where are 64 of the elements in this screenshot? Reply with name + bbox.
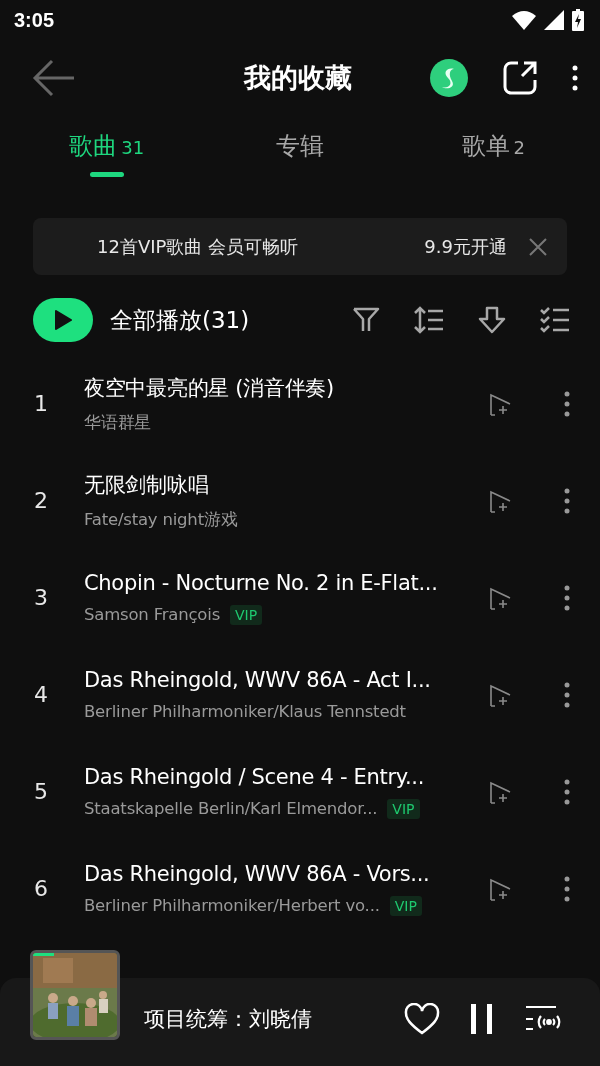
share-icon[interactable] — [502, 60, 538, 96]
play-all-label: 全部播放(31) — [110, 305, 251, 335]
play-icon — [54, 310, 72, 330]
battery-icon — [572, 9, 584, 31]
song-title: Das Rheingold / Scene 4 - Entry... — [84, 764, 426, 789]
song-title: 夜空中最亮的星 (消音伴奏) — [84, 374, 335, 402]
close-icon[interactable] — [529, 237, 547, 256]
more-icon[interactable] — [564, 390, 570, 417]
download-icon[interactable] — [478, 306, 506, 334]
more-icon[interactable] — [564, 875, 570, 902]
tab[interactable]: 歌单 2 — [396, 116, 590, 190]
tab-label: 歌曲 — [69, 130, 118, 162]
more-icon[interactable] — [564, 584, 570, 611]
tab-count: 2 — [513, 136, 526, 158]
artist-name: Fate/stay night游戏 — [84, 508, 238, 531]
song-row[interactable]: 4 Das Rheingold, WWV 86A - Act I... Berliner Philharmoniker/Klaus Tennstedt — [0, 646, 600, 743]
song-row[interactable]: 1 夜空中最亮的星 (消音伴奏) 华语群星 — [0, 355, 600, 452]
vip-tag: VIP — [387, 798, 420, 819]
heart-icon[interactable] — [404, 1003, 440, 1035]
artist-name: Berliner Philharmoniker/Klaus Tennstedt — [84, 702, 406, 721]
back-button[interactable] — [32, 58, 76, 98]
signal-icon — [544, 10, 564, 30]
play-all-button[interactable] — [33, 298, 93, 342]
song-title: Das Rheingold, WWV 86A - Act I... — [84, 668, 432, 692]
app-logo-icon[interactable] — [430, 59, 468, 97]
track-number: 6 — [34, 876, 49, 901]
multi-select-icon[interactable] — [540, 306, 570, 334]
tab[interactable]: 歌曲 31 — [10, 116, 204, 190]
artist-name: Samson François — [84, 605, 221, 624]
song-title: Das Rheingold, WWV 86A - Vors... — [84, 861, 431, 886]
tab-label: 歌单 — [461, 130, 510, 162]
song-row[interactable]: 5 Das Rheingold / Scene 4 - Entry... Staatskapelle Berlin/Karl Elmendor... VIP — [0, 743, 600, 840]
sort-icon[interactable] — [414, 306, 444, 334]
song-row[interactable]: 3 Chopin - Nocturne No. 2 in E-Flat... Samson François VIP — [0, 549, 600, 646]
track-number: 1 — [34, 391, 49, 416]
artist-name: 华语群星 — [84, 411, 152, 434]
track-number: 5 — [34, 779, 49, 804]
banner-text: 12首VIP歌曲 会员可畅听 — [97, 234, 300, 259]
more-icon[interactable] — [572, 65, 578, 91]
track-number: 3 — [34, 585, 49, 610]
tab-count: 31 — [121, 136, 145, 158]
tab-label: 专辑 — [276, 130, 324, 162]
wifi-icon — [512, 10, 536, 30]
song-row[interactable]: 2 无限剑制咏唱 Fate/stay night游戏 — [0, 452, 600, 549]
back-arrow-icon — [32, 58, 76, 98]
status-time: 3:05 — [14, 8, 55, 32]
vip-tag: VIP — [389, 895, 422, 916]
filter-icon[interactable] — [352, 306, 380, 334]
tab[interactable]: 专辑 — [203, 116, 397, 190]
vip-tag: VIP — [230, 604, 263, 625]
now-playing-text: 项目统筹：刘晓倩 — [144, 1006, 313, 1033]
track-number: 4 — [34, 682, 49, 707]
more-icon[interactable] — [564, 487, 570, 514]
page-title: 我的收藏 — [242, 61, 353, 95]
track-number: 2 — [34, 488, 49, 513]
more-icon[interactable] — [564, 778, 570, 805]
song-row[interactable]: 6 Das Rheingold, WWV 86A - Vors... Berliner Philharmoniker/Herbert vo... VIP — [0, 840, 600, 937]
song-title: 无限剑制咏唱 — [84, 471, 210, 499]
pause-icon[interactable] — [470, 1004, 494, 1034]
artist-name: Berliner Philharmoniker/Herbert vo... — [84, 896, 380, 915]
more-icon[interactable] — [564, 681, 570, 708]
song-title: Chopin - Nocturne No. 2 in E-Flat... — [84, 570, 439, 595]
subscribe-link[interactable]: 9.9元开通 — [424, 234, 507, 259]
artist-name: Staatskapelle Berlin/Karl Elmendor... — [84, 799, 378, 818]
